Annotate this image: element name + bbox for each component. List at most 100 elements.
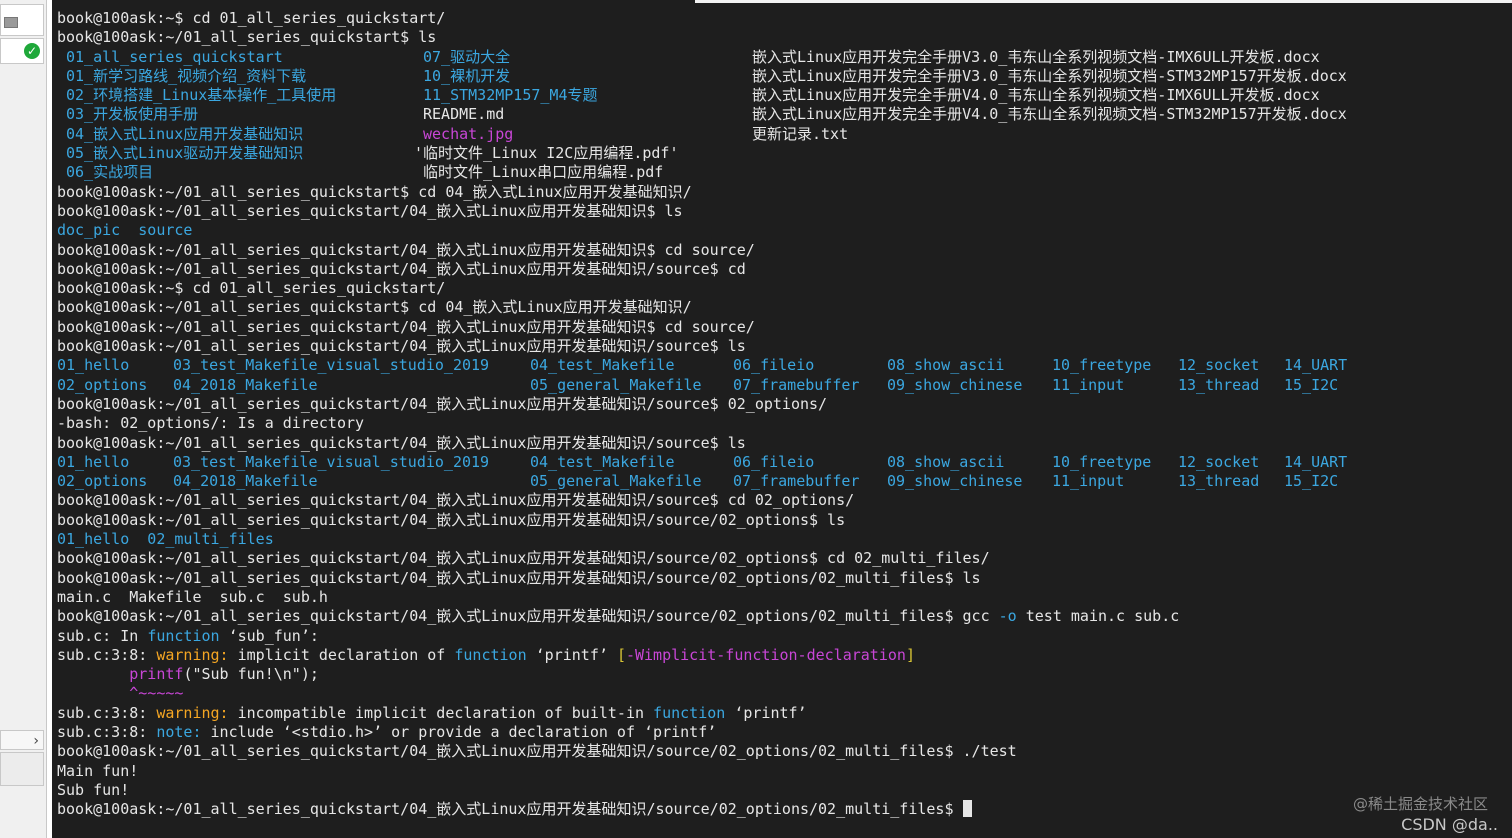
keyword-function: function bbox=[653, 703, 726, 722]
dir-entry: 03_开发板使用手册 bbox=[66, 105, 199, 124]
dir-entry: 15_I2C bbox=[1284, 375, 1339, 394]
note-label: note: bbox=[156, 722, 202, 741]
msg-text: ‘printf’ bbox=[526, 645, 617, 664]
terminal-line: book@100ask:~$ cd 01_all_series_quicksta… bbox=[57, 279, 446, 298]
program-output: Main fun! bbox=[57, 761, 139, 780]
terminal-line: book@100ask:~/01_all_series_quickstart/0… bbox=[57, 317, 755, 336]
dir-entry: 08_show_ascii bbox=[887, 356, 1005, 375]
dir-entry: 11_STM32MP157_M4专题 bbox=[423, 86, 598, 105]
terminal-line: book@100ask:~/01_all_series_quickstart/0… bbox=[57, 549, 990, 568]
title-strip bbox=[695, 0, 1512, 3]
msg-text: ‘printf’ bbox=[725, 703, 807, 722]
dir-entry: 13_thread bbox=[1178, 375, 1260, 394]
ls-row: 06_实战项目 临时文件_Linux串口应用编程.pdf bbox=[57, 163, 1179, 182]
compiler-message: sub.c: In function ‘sub_fun’: bbox=[57, 627, 1179, 646]
bracket: [ bbox=[616, 645, 626, 664]
dir-entry: 01_hello bbox=[57, 356, 130, 375]
ls-row: 01_all_series_quickstart 07_驱动大全 嵌入式Linu… bbox=[57, 47, 1320, 67]
ls-output: 01_hello 02_multi_files bbox=[57, 530, 274, 549]
keyword-function: function bbox=[147, 626, 220, 645]
prompt-text: book@100ask:~/01_all_series_quickstart/0… bbox=[57, 800, 963, 819]
dir-entry: 11_input bbox=[1052, 375, 1125, 394]
dir-entry: 04_2018_Makefile bbox=[173, 375, 318, 394]
dir-entry: 15_I2C bbox=[1284, 472, 1339, 491]
dir-entry: 03_test_Makefile_visual_studio_2019 bbox=[173, 452, 490, 471]
ls-row: 03_开发板使用手册 README.md 嵌入式Linux应用开发完全手册V4.… bbox=[57, 105, 1347, 124]
csdn-watermark: CSDN @da.. bbox=[1401, 815, 1498, 834]
warning-label: warning: bbox=[156, 645, 229, 664]
file-entry: 临时文件_Linux串口应用编程.pdf bbox=[423, 163, 664, 182]
ls-row: 02_options 04_2018_Makefile 05_general_M… bbox=[57, 375, 1338, 395]
file-entry: 嵌入式Linux应用开发完全手册V4.0_韦东山全系列视频文档-IMX6ULL开… bbox=[752, 86, 1320, 105]
caret-marker: ^~~~~~ bbox=[57, 684, 1179, 703]
dir-entry: 01_hello bbox=[57, 452, 130, 471]
highlighted-token: printf bbox=[129, 665, 184, 684]
check-circle-icon: ✓ bbox=[24, 43, 40, 59]
panel-scroll-button[interactable]: › bbox=[0, 730, 44, 750]
bracket: ] bbox=[905, 645, 915, 664]
dir-entry: 04_嵌入式Linux应用开发基础知识 bbox=[66, 124, 304, 143]
dir-entry: 02_options bbox=[57, 472, 148, 491]
terminal-line: book@100ask:~$ cd 01_all_series_quicksta… bbox=[57, 9, 446, 27]
terminal-line: -bash: 02_options/: Is a directory bbox=[57, 414, 365, 433]
dir-entry: 07_framebuffer bbox=[733, 375, 860, 394]
terminal-window[interactable]: book@100ask:~$ cd 01_all_series_quicksta… bbox=[52, 0, 1512, 838]
warning-flag: -Wimplicit-function-declaration bbox=[625, 645, 906, 664]
compiler-warning: sub.c:3:8: warning: implicit declaration… bbox=[57, 646, 1179, 665]
gcc-args: test main.c sub.c bbox=[1016, 607, 1180, 626]
terminal-line: book@100ask:~/01_all_series_quickstart/0… bbox=[57, 201, 683, 220]
dir-entry: 08_show_ascii bbox=[887, 452, 1005, 471]
terminal-line: book@100ask:~/01_all_series_quickstart/0… bbox=[57, 259, 746, 278]
file-entry: '临时文件_Linux I2C应用编程.pdf' bbox=[414, 144, 679, 163]
dir-entry: 09_show_chinese bbox=[887, 472, 1023, 491]
terminal-line: book@100ask:~/01_all_series_quickstart$ … bbox=[57, 298, 692, 317]
msg-location: sub.c:3:8: bbox=[57, 722, 157, 741]
juejin-watermark: @稀土掘金技术社区 bbox=[1352, 795, 1488, 813]
file-entry: README.md bbox=[423, 105, 505, 124]
dir-entry: 07_驱动大全 bbox=[423, 47, 511, 66]
warning-label: warning: bbox=[156, 703, 229, 722]
gcc-command-line: book@100ask:~/01_all_series_quickstart/0… bbox=[57, 607, 1179, 626]
program-output: Sub fun! bbox=[57, 780, 130, 799]
panel-icon-box[interactable] bbox=[0, 4, 44, 36]
dir-entry: 06_fileio bbox=[733, 356, 815, 375]
dir-entry: 11_input bbox=[1052, 472, 1125, 491]
dir-entry: 05_general_Makefile bbox=[530, 375, 702, 394]
dir-entry: 10_freetype bbox=[1052, 356, 1152, 375]
dir-entry: 02_环境搭建_Linux基本操作_工具使用 bbox=[66, 86, 337, 105]
terminal-line: book@100ask:~/01_all_series_quickstart/0… bbox=[57, 568, 981, 587]
image-file-entry: wechat.jpg bbox=[423, 124, 514, 143]
msg-text: implicit declaration of bbox=[228, 645, 455, 664]
terminal-line: book@100ask:~/01_all_series_quickstart/0… bbox=[57, 433, 746, 452]
msg-text: include ‘<stdio.h>’ or provide a declara… bbox=[201, 722, 717, 741]
dir-entry: 01_all_series_quickstart bbox=[66, 47, 283, 66]
ls-output: doc_pic source bbox=[57, 221, 193, 240]
file-entry: 嵌入式Linux应用开发完全手册V3.0_韦东山全系列视频文档-STM32MP1… bbox=[752, 66, 1347, 85]
ls-output: main.c Makefile sub.c sub.h bbox=[57, 587, 328, 606]
compiler-warning: sub.c:3:8: warning: incompatible implici… bbox=[57, 704, 1179, 723]
dir-entry: 03_test_Makefile_visual_studio_2019 bbox=[173, 356, 490, 375]
dir-entry: 05_嵌入式Linux驱动开发基础知识 bbox=[66, 144, 304, 163]
msg-location: sub.c:3:8: bbox=[57, 703, 157, 722]
msg-text: sub.c: In bbox=[57, 626, 148, 645]
gcc-flag: -o bbox=[998, 607, 1017, 626]
ls-row: 05_嵌入式Linux驱动开发基础知识 '临时文件_Linux I2C应用编程.… bbox=[57, 144, 1179, 163]
ls-row: 02_环境搭建_Linux基本操作_工具使用 11_STM32MP157_M4专… bbox=[57, 86, 1320, 105]
panel-status-box[interactable]: ✓ bbox=[0, 38, 44, 64]
dir-entry: 12_socket bbox=[1178, 452, 1260, 471]
compiler-note: sub.c:3:8: note: include ‘<stdio.h>’ or … bbox=[57, 723, 1179, 742]
dir-entry: 06_fileio bbox=[733, 452, 815, 471]
dir-entry: 05_general_Makefile bbox=[530, 472, 702, 491]
terminal-line: book@100ask:~/01_all_series_quickstart/0… bbox=[57, 742, 1017, 761]
current-prompt-line[interactable]: book@100ask:~/01_all_series_quickstart/0… bbox=[57, 800, 1179, 819]
dir-entry: 02_options bbox=[57, 375, 148, 394]
ls-row: 04_嵌入式Linux应用开发基础知识 wechat.jpg 更新记录.txt bbox=[57, 125, 1179, 144]
dir-entry: 04_test_Makefile bbox=[530, 356, 675, 375]
source-text: ("Sub fun!\n"); bbox=[183, 665, 319, 684]
keyword-function: function bbox=[454, 645, 527, 664]
terminal-line: book@100ask:~/01_all_series_quickstart/0… bbox=[57, 394, 828, 413]
dir-entry: 06_实战项目 bbox=[66, 163, 154, 182]
msg-text: ‘sub_fun’: bbox=[219, 626, 319, 645]
